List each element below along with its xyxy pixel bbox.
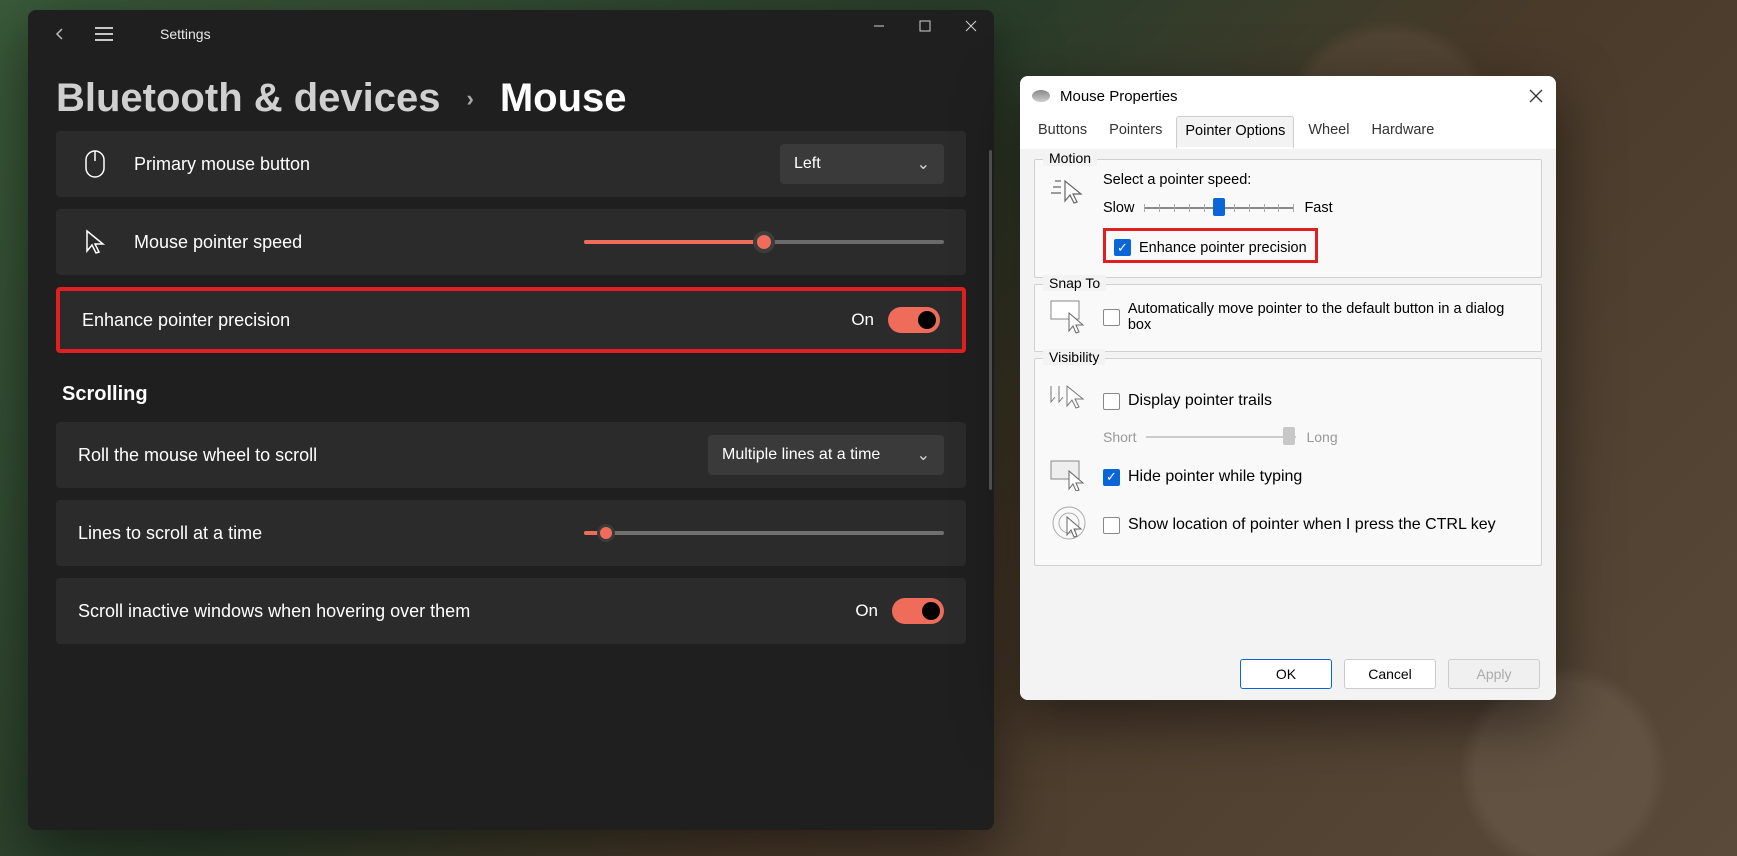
slider-thumb[interactable]	[1213, 198, 1225, 216]
row-enhance-precision: Enhance pointer precision On	[56, 287, 966, 353]
hide-typing-icon	[1049, 455, 1089, 495]
ctrl-locate-label: Show location of pointer when I press th…	[1128, 516, 1496, 534]
pointer-speed-label: Mouse pointer speed	[134, 232, 562, 253]
row-roll-wheel: Roll the mouse wheel to scroll Multiple …	[56, 422, 966, 488]
primary-button-select[interactable]: Left ⌄	[780, 144, 944, 184]
row-scroll-inactive: Scroll inactive windows when hovering ov…	[56, 578, 966, 644]
roll-wheel-label: Roll the mouse wheel to scroll	[78, 445, 686, 466]
enhance-precision-state: On	[851, 310, 874, 330]
cursor-icon	[78, 229, 112, 255]
enhance-precision-checkbox[interactable]	[1114, 239, 1131, 256]
pointer-trails-icon	[1049, 379, 1089, 419]
scroll-inactive-toggle[interactable]	[892, 598, 944, 624]
snapto-label: Automatically move pointer to the defaul…	[1128, 301, 1527, 333]
dialog-close-button[interactable]	[1524, 84, 1548, 108]
dialog-footer: OK Cancel Apply	[1020, 648, 1556, 700]
fast-label: Fast	[1304, 200, 1332, 216]
trails-slider	[1146, 427, 1296, 447]
group-snapto: Snap To Automatically move pointer to th…	[1034, 284, 1542, 352]
hide-typing-checkbox[interactable]	[1103, 469, 1120, 486]
enhance-precision-label: Enhance pointer precision	[82, 310, 829, 331]
tab-buttons[interactable]: Buttons	[1030, 116, 1095, 149]
tab-hardware[interactable]: Hardware	[1363, 116, 1442, 149]
chevron-down-icon: ⌄	[917, 154, 930, 174]
chevron-right-icon: ›	[467, 86, 474, 112]
enhance-precision-dialog-label: Enhance pointer precision	[1139, 240, 1307, 256]
trails-label: Display pointer trails	[1128, 392, 1272, 410]
group-visibility-title: Visibility	[1043, 349, 1105, 365]
enhance-precision-highlight: Enhance pointer precision	[1103, 228, 1318, 263]
scroll-inactive-state: On	[855, 601, 878, 621]
group-motion-title: Motion	[1043, 150, 1097, 166]
slider-thumb[interactable]	[753, 231, 775, 253]
dialog-tabs: Buttons Pointers Pointer Options Wheel H…	[1020, 116, 1556, 149]
window-title: Settings	[160, 26, 211, 42]
slider-thumb[interactable]	[597, 524, 615, 542]
trails-short-label: Short	[1103, 429, 1136, 445]
trails-checkbox[interactable]	[1103, 393, 1120, 410]
row-primary-button: Primary mouse button Left ⌄	[56, 131, 966, 197]
minimize-button[interactable]	[856, 10, 902, 42]
snapto-icon	[1049, 297, 1089, 337]
ctrl-locate-checkbox[interactable]	[1103, 517, 1120, 534]
slow-label: Slow	[1103, 200, 1134, 216]
breadcrumb-current: Mouse	[500, 76, 627, 121]
dialog-title: Mouse Properties	[1060, 88, 1178, 105]
enhance-precision-toggle[interactable]	[888, 307, 940, 333]
tab-pointers[interactable]: Pointers	[1101, 116, 1170, 149]
mouse-properties-dialog: Mouse Properties Buttons Pointers Pointe…	[1020, 76, 1556, 700]
roll-wheel-value: Multiple lines at a time	[722, 446, 880, 464]
titlebar: Settings	[28, 10, 994, 58]
tab-pointer-options[interactable]: Pointer Options	[1176, 116, 1294, 149]
settings-window: Settings Bluetooth & devices › Mouse Pri…	[28, 10, 994, 830]
group-snapto-title: Snap To	[1043, 275, 1106, 291]
group-visibility: Visibility Display pointer trails Short …	[1034, 358, 1542, 566]
ctrl-locate-icon	[1049, 503, 1089, 543]
dialog-titlebar: Mouse Properties	[1020, 76, 1556, 116]
primary-button-value: Left	[794, 155, 821, 173]
back-button[interactable]	[48, 22, 72, 46]
ok-button[interactable]: OK	[1240, 659, 1332, 689]
roll-wheel-select[interactable]: Multiple lines at a time ⌄	[708, 435, 944, 475]
lines-scroll-slider[interactable]	[584, 531, 944, 535]
trails-long-label: Long	[1306, 429, 1337, 445]
scroll-inactive-label: Scroll inactive windows when hovering ov…	[78, 601, 833, 622]
scrollbar[interactable]	[989, 150, 992, 490]
chevron-down-icon: ⌄	[917, 445, 930, 465]
pointer-motion-icon	[1049, 172, 1089, 212]
apply-button[interactable]: Apply	[1448, 659, 1540, 689]
tab-wheel[interactable]: Wheel	[1300, 116, 1357, 149]
lines-scroll-label: Lines to scroll at a time	[78, 523, 562, 544]
close-button[interactable]	[948, 10, 994, 42]
scrolling-header: Scrolling	[56, 365, 966, 410]
maximize-button[interactable]	[902, 10, 948, 42]
row-lines-scroll: Lines to scroll at a time	[56, 500, 966, 566]
breadcrumb: Bluetooth & devices › Mouse	[28, 58, 994, 131]
breadcrumb-parent[interactable]: Bluetooth & devices	[56, 76, 441, 121]
mouse-icon	[78, 150, 112, 178]
hide-typing-label: Hide pointer while typing	[1128, 468, 1302, 486]
mouse-dialog-icon	[1032, 90, 1050, 102]
cancel-button[interactable]: Cancel	[1344, 659, 1436, 689]
hamburger-menu-icon[interactable]	[92, 22, 116, 46]
pointer-speed-select-label: Select a pointer speed:	[1103, 172, 1527, 188]
pointer-speed-slider[interactable]	[584, 240, 944, 244]
pointer-speed-dialog-slider[interactable]	[1144, 198, 1294, 218]
primary-button-label: Primary mouse button	[134, 154, 758, 175]
snapto-checkbox[interactable]	[1103, 309, 1120, 326]
group-motion: Motion Select a pointer speed: Slow Fas	[1034, 159, 1542, 278]
row-pointer-speed: Mouse pointer speed	[56, 209, 966, 275]
